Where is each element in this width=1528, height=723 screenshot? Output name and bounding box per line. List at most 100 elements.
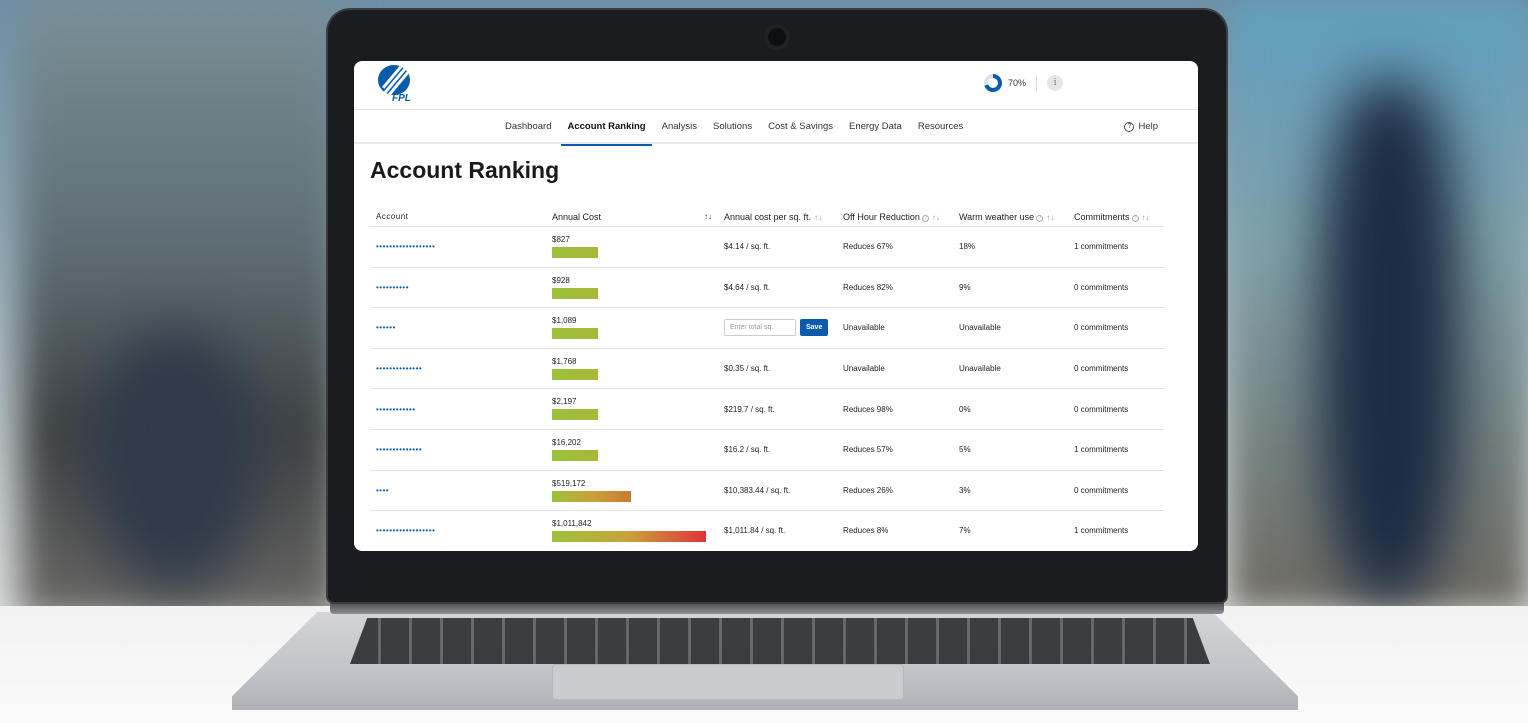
sort-icon[interactable]: ↑↓ — [1046, 213, 1054, 222]
sort-icon[interactable]: ↑↓ — [1142, 213, 1150, 222]
commitments-cell: 0 commitments — [1074, 364, 1129, 374]
col-off-hour[interactable]: Off Hour Reduction? ↑↓ — [837, 212, 953, 222]
annual-cost-cell: $1,089 — [546, 308, 718, 348]
annual-cost-cell: $1,011,842 — [546, 511, 718, 551]
annual-cost-value: $2,197 — [552, 397, 577, 407]
cost-per-sqft-cell: $4.14 / sq. ft. — [724, 242, 771, 252]
annual-cost-cell: $1,768 — [546, 349, 718, 389]
logo-text: FPL — [392, 93, 411, 104]
commitments-cell: 0 commitments — [1074, 282, 1129, 292]
annual-cost-value: $928 — [552, 275, 570, 285]
annual-cost-cell: $519,172 — [546, 471, 718, 511]
col-account[interactable]: Account — [370, 212, 546, 221]
account-link[interactable]: •••••••••• — [370, 283, 546, 292]
annual-cost-value: $519,172 — [552, 478, 586, 488]
table-row: •••• $519,172 $10,383.44 / sq. ft. Reduces … — [370, 471, 1164, 512]
col-warm-weather[interactable]: Warm weather use? ↑↓ — [953, 212, 1068, 222]
warm-weather-cell: 7% — [959, 526, 971, 536]
warm-weather-cell: Unavailable — [959, 323, 1001, 333]
table-row: •••••• $1,089 Enter total sq. Save Unavailab… — [370, 308, 1164, 349]
background-person-right — [1320, 80, 1460, 600]
commitments-cell: 1 commitments — [1074, 526, 1129, 536]
annual-cost-cell: $928 — [546, 268, 718, 308]
warm-weather-cell: 9% — [959, 282, 971, 292]
annual-cost-cell: $827 — [546, 227, 718, 267]
fpl-logo[interactable]: FPL — [374, 65, 418, 107]
annual-cost-cell: $2,197 — [546, 389, 718, 429]
cost-per-sqft-cell: $0.35 / sq. ft. — [724, 364, 771, 374]
sort-icon[interactable]: ↑↓ — [814, 213, 822, 222]
cost-per-sqft-cell: $10,383.44 / sq. ft. — [724, 485, 791, 495]
account-link[interactable]: •••••••••••••• — [370, 364, 546, 373]
sort-asc-icon[interactable]: ↑↓ — [704, 212, 712, 222]
sqft-input[interactable]: Enter total sq. — [724, 319, 796, 337]
account-link[interactable]: •••• — [370, 486, 546, 495]
table-header: Account Annual Cost ↑↓ Annual cost per s… — [370, 207, 1164, 227]
table-row: •••••••••••••••••• $1,011,842 $1,011.84 / … — [370, 511, 1164, 551]
save-button[interactable]: Save — [800, 319, 829, 337]
sort-icon[interactable]: ↑↓ — [932, 213, 940, 222]
warm-weather-cell: 18% — [959, 242, 976, 252]
info-icon[interactable]: i — [1047, 75, 1064, 91]
col-commitments[interactable]: Commitments? ↑↓ — [1068, 212, 1164, 222]
account-link[interactable]: •••••••••••••••••• — [370, 526, 546, 535]
help-circle-icon[interactable]: ? — [921, 214, 929, 222]
help-icon: ? — [1124, 122, 1135, 132]
account-ranking-table: Account Annual Cost ↑↓ Annual cost per s… — [370, 207, 1164, 551]
account-link[interactable]: •••••••••••••••••• — [370, 242, 546, 251]
annual-cost-bar — [552, 247, 598, 258]
off-hour-cell: Reduces 26% — [843, 485, 893, 495]
annual-cost-value: $1,089 — [552, 316, 577, 326]
tab-resources[interactable]: Resources — [910, 110, 971, 144]
annual-cost-cell: $16,202 — [546, 430, 718, 470]
table-row: •••••••••••••• $16,202 $16.2 / sq. ft. Redu… — [370, 430, 1164, 471]
warm-weather-cell: 3% — [959, 485, 971, 495]
commitments-cell: 1 commitments — [1074, 242, 1129, 252]
cost-per-sqft-cell: Enter total sq. Save — [718, 319, 837, 337]
laptop-trackpad — [552, 664, 904, 700]
annual-cost-bar — [552, 449, 598, 461]
annual-cost-bar — [552, 328, 598, 340]
account-link[interactable]: •••••••••••• — [370, 405, 546, 414]
annual-cost-bar — [552, 409, 598, 421]
table-row: •••••••••• $928 $4.64 / sq. ft. Reduces 82%… — [370, 268, 1164, 309]
col-warm-weather-label: Warm weather use — [959, 211, 1035, 222]
off-hour-cell: Reduces 8% — [843, 526, 889, 536]
tab-energy-data[interactable]: Energy Data — [841, 110, 910, 144]
tab-dashboard[interactable]: Dashboard — [497, 110, 559, 144]
annual-cost-value: $1,768 — [552, 356, 577, 366]
annual-cost-value: $16,202 — [552, 437, 581, 447]
tab-analysis[interactable]: Analysis — [654, 110, 705, 144]
col-commitments-label: Commitments — [1074, 211, 1130, 222]
off-hour-cell: Reduces 98% — [843, 404, 893, 414]
commitments-cell: 0 commitments — [1074, 404, 1129, 414]
col-annual-cost-label: Annual Cost — [552, 211, 602, 222]
help-link[interactable]: ? Help — [1124, 110, 1158, 144]
col-account-label: Account — [376, 212, 409, 221]
off-hour-cell: Reduces 57% — [843, 445, 893, 455]
table-row: •••••••••••••••••• $827 $4.14 / sq. ft. Red… — [370, 227, 1164, 268]
commitments-cell: 0 commitments — [1074, 485, 1129, 495]
col-cost-per-sqft[interactable]: Annual cost per sq. ft. ↑↓ — [718, 212, 837, 222]
off-hour-cell: Unavailable — [843, 364, 885, 374]
page-title: Account Ranking — [370, 157, 560, 183]
profile-progress[interactable]: 70% i — [984, 74, 1064, 92]
annual-cost-value: $1,011,842 — [552, 519, 592, 529]
table-row: •••••••••••• $2,197 $219.7 / sq. ft. Reduce… — [370, 389, 1164, 430]
account-link[interactable]: •••••• — [370, 323, 546, 332]
help-circle-icon[interactable]: ? — [1036, 214, 1044, 222]
tab-account-ranking[interactable]: Account Ranking — [559, 110, 653, 146]
account-link[interactable]: •••••••••••••• — [370, 445, 546, 454]
help-circle-icon[interactable]: ? — [1131, 214, 1139, 222]
tab-solutions[interactable]: Solutions — [705, 110, 760, 144]
app-screen: FPL 70% i Dashboard Account Ranking Analys… — [354, 61, 1198, 551]
annual-cost-bar — [552, 287, 598, 299]
tab-cost-savings[interactable]: Cost & Savings — [760, 110, 841, 144]
off-hour-cell: Unavailable — [843, 323, 885, 333]
col-annual-cost[interactable]: Annual Cost ↑↓ — [546, 212, 718, 222]
off-hour-cell: Reduces 82% — [843, 282, 893, 292]
table-body: •••••••••••••••••• $827 $4.14 / sq. ft. Red… — [370, 227, 1164, 551]
progress-donut-icon — [984, 74, 1002, 92]
col-off-hour-label: Off Hour Reduction — [843, 211, 920, 222]
col-cost-per-sqft-label: Annual cost per sq. ft. — [724, 211, 812, 222]
